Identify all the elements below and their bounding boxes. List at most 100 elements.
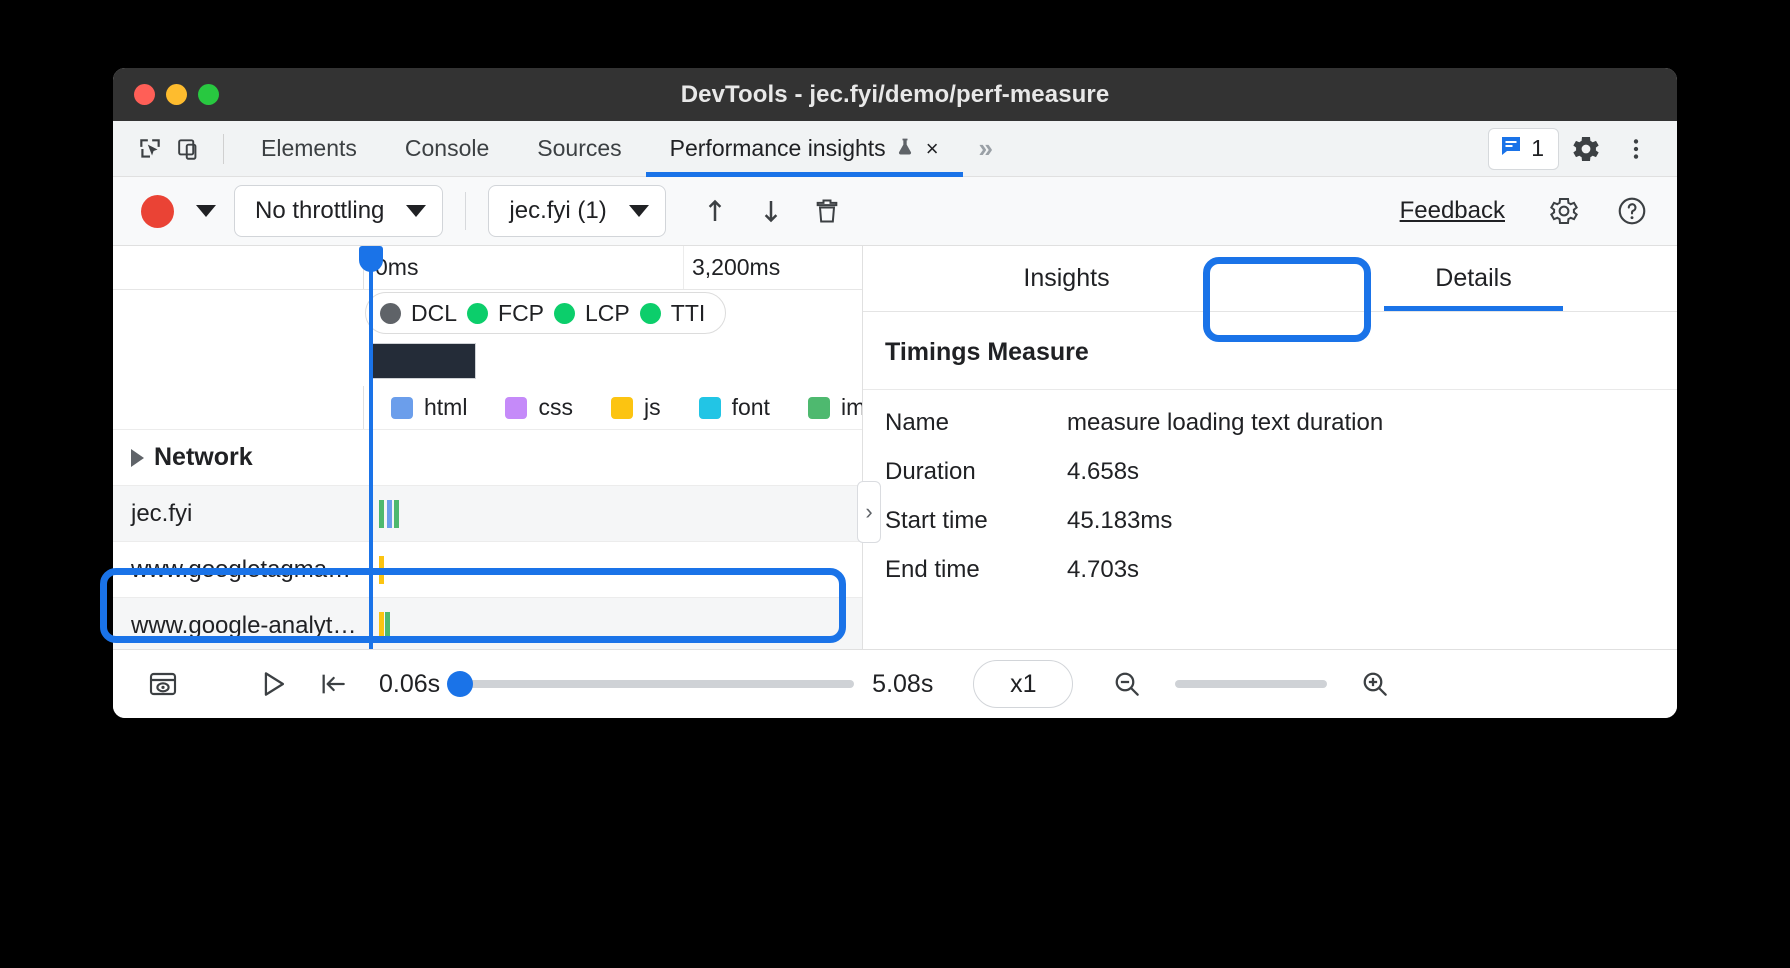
tab-insights[interactable]: Insights [863,246,1270,311]
range-start-knob[interactable] [447,671,473,697]
close-window-button[interactable] [134,84,155,105]
inspect-element-icon[interactable] [130,129,170,169]
legend-item-css: css [505,394,573,421]
track-label-network-text: Network [154,443,253,472]
timeline-pane[interactable]: 0ms 3,200ms DCL FCP LCP TTI [113,246,863,649]
issues-badge[interactable]: 1 [1488,128,1559,170]
page-select[interactable]: jec.fyi (1) [488,185,665,237]
track-label-network[interactable]: Network [113,443,363,472]
track-lane-googletagmanager[interactable] [363,542,862,597]
window-titlebar: DevTools - jec.fyi/demo/perf-measure [113,68,1677,121]
issues-message-icon [1499,134,1523,163]
help-icon[interactable] [1605,186,1659,236]
legend-label-image: image [841,394,863,421]
more-tabs-icon[interactable]: » [963,133,1009,164]
device-toolbar-icon[interactable] [170,129,210,169]
track-label-jecfyi[interactable]: jec.fyi [113,500,363,528]
window-title: DevTools - jec.fyi/demo/perf-measure [113,81,1677,109]
detail-key-duration: Duration [885,458,1067,486]
panel-tabs: Elements Console Sources Performance ins… [237,121,1009,177]
feedback-link[interactable]: Feedback [1400,197,1505,225]
detail-key-start-time: Start time [885,507,1067,535]
record-options-dropdown[interactable] [176,205,232,217]
track-row-googleanalytics[interactable]: www.google-analyt… [113,598,862,649]
triangle-right-icon[interactable] [131,449,144,467]
maximize-window-button[interactable] [198,84,219,105]
timeline-ruler[interactable]: 0ms 3,200ms [113,246,862,290]
track-label-googleanalytics-text: www.google-analyt… [131,612,356,640]
chevron-down-icon [196,205,216,217]
tab-performance-insights[interactable]: Performance insights × [646,121,963,177]
detail-value-duration: 4.658s [1067,458,1139,486]
detail-row-name: Name measure loading text duration [863,398,1677,447]
tab-console[interactable]: Console [381,121,513,177]
range-start-time: 0.06s [379,670,440,699]
sidebar-pane: Insights Details Timings Measure Name me… [863,246,1677,649]
legend-label-css: css [538,394,573,421]
close-tab-icon[interactable]: × [926,138,939,160]
tab-elements[interactable]: Elements [237,121,381,177]
request-bar[interactable] [385,612,390,640]
fcp-marker-dot [467,303,488,324]
tab-details-label: Details [1435,264,1511,293]
detail-row-start-time: Start time 45.183ms [863,496,1677,545]
legend-item-html: html [391,394,467,421]
zoom-in-icon[interactable] [1347,659,1403,709]
minimize-window-button[interactable] [166,84,187,105]
track-row-googletagmanager[interactable]: www.googletagma… [113,542,862,598]
track-label-googletagmanager[interactable]: www.googletagma… [113,556,363,584]
upload-icon[interactable] [688,186,742,236]
sidebar-tabs: Insights Details [863,246,1677,312]
trash-icon[interactable] [800,186,854,236]
tab-sources[interactable]: Sources [513,121,645,177]
performance-toolbar: No throttling jec.fyi (1) Feedback [113,177,1677,246]
network-legend: html css js font [113,386,862,430]
detail-value-name: measure loading text duration [1067,409,1383,437]
timeline-playhead[interactable] [369,246,373,649]
tab-details[interactable]: Details [1270,246,1677,311]
track-label-googleanalytics[interactable]: www.google-analyt… [113,612,363,640]
request-bar[interactable] [379,556,384,584]
request-bar[interactable] [379,612,384,640]
devtools-tabstrip: Elements Console Sources Performance ins… [113,121,1677,177]
html-swatch-icon [391,397,413,419]
time-range-slider[interactable] [458,680,854,688]
legend-label-js: js [644,394,661,421]
detail-row-end-time: End time 4.703s [863,545,1677,594]
detail-row-duration: Duration 4.658s [863,447,1677,496]
detail-value-end-time: 4.703s [1067,556,1139,584]
devtools-settings-gear-icon[interactable] [1563,126,1609,172]
tabstrip-right-controls: 1 [1488,126,1677,172]
fcp-marker-label: FCP [498,300,544,327]
chevron-right-icon[interactable]: › [857,481,881,543]
page-select-value: jec.fyi (1) [509,197,606,225]
track-row-jecfyi[interactable]: jec.fyi [113,486,862,542]
ruler-tick-1: 3,200ms [683,246,684,289]
request-bar[interactable] [379,500,384,528]
request-bar[interactable] [394,500,399,528]
download-icon[interactable] [744,186,798,236]
jump-to-start-icon[interactable] [305,659,361,709]
playhead-handle[interactable] [359,246,383,272]
play-icon[interactable] [245,659,301,709]
record-button[interactable] [141,195,174,228]
kebab-menu-icon[interactable] [1613,126,1659,172]
zoom-level-slider[interactable] [1175,680,1327,688]
throttling-select[interactable]: No throttling [234,185,443,237]
range-end-time: 5.08s [872,670,933,699]
dcl-marker-dot [380,303,401,324]
playback-speed-button[interactable]: x1 [973,660,1073,708]
toolbar-right-icons [1537,186,1659,236]
track-lane-googleanalytics[interactable] [363,598,862,649]
traffic-light-controls [134,84,219,105]
request-bar[interactable] [387,500,392,528]
filmstrip-toggle-icon[interactable] [135,659,191,709]
track-lane-network[interactable] [363,430,862,485]
detail-key-end-time: End time [885,556,1067,584]
zoom-out-icon[interactable] [1099,659,1155,709]
timeline-markers-pill[interactable]: DCL FCP LCP TTI [365,292,726,334]
perf-settings-gear-icon[interactable] [1537,186,1591,236]
track-row-network[interactable]: Network [113,430,862,486]
track-lane-jecfyi[interactable] [363,486,862,541]
screenshot-filmstrip[interactable] [371,343,476,379]
